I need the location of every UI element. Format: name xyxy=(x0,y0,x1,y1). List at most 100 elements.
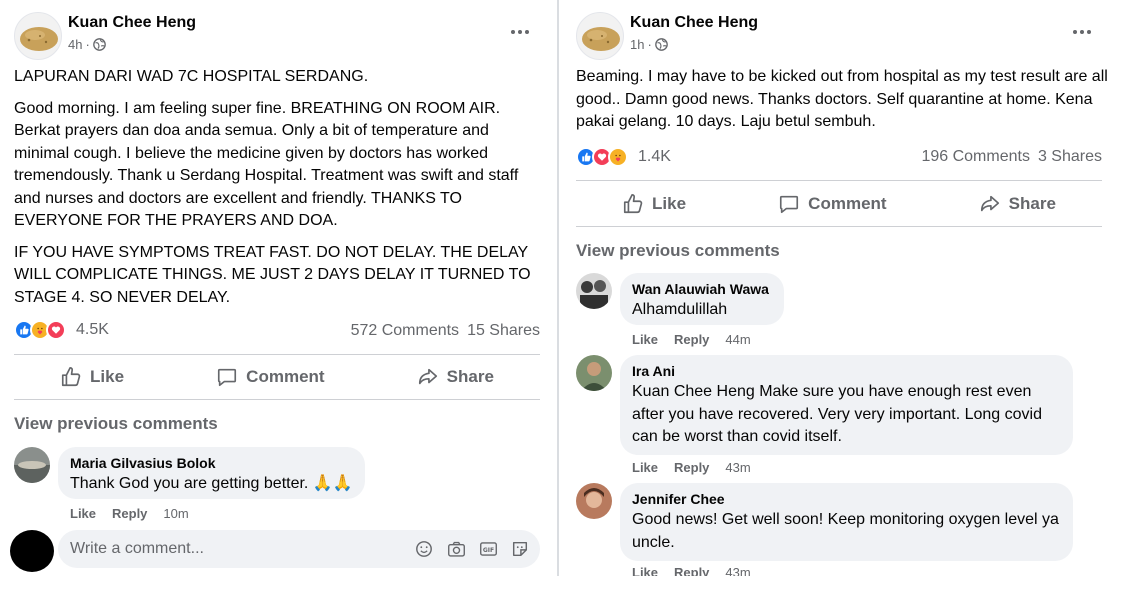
portrait-avatar-icon xyxy=(576,355,612,391)
comment-time[interactable]: 43m xyxy=(725,565,750,576)
post-meta: 4h · xyxy=(68,37,106,52)
comment-like-link[interactable]: Like xyxy=(70,506,96,521)
comment-button[interactable]: Comment xyxy=(766,187,898,221)
commenter-name[interactable]: Ira Ani xyxy=(632,363,1061,379)
author-name[interactable]: Kuan Chee Heng xyxy=(630,14,758,32)
author-avatar[interactable] xyxy=(14,12,62,60)
post-left: Kuan Chee Heng 4h · LAPURAN DARI WAD 7C … xyxy=(0,0,556,590)
commenter-avatar[interactable] xyxy=(576,273,612,309)
comment-bubble-icon xyxy=(780,195,799,214)
comment-bubble: Jennifer Chee Good news! Get well soon! … xyxy=(620,483,1073,561)
care-reaction-icon xyxy=(608,147,628,167)
landscape-avatar-icon xyxy=(14,447,50,483)
reaction-count[interactable]: 4.5K xyxy=(76,321,109,339)
author-name[interactable]: Kuan Chee Heng xyxy=(68,14,196,32)
like-button[interactable]: Like xyxy=(610,187,698,221)
potato-avatar-icon xyxy=(20,27,58,51)
write-comment-area: GIF xyxy=(10,530,540,572)
svg-text:GIF: GIF xyxy=(482,547,493,554)
reaction-count[interactable]: 1.4K xyxy=(638,148,671,166)
reaction-summary[interactable]: 4.5K xyxy=(14,320,109,340)
post-options-button[interactable] xyxy=(502,14,538,50)
author-avatar[interactable] xyxy=(576,12,624,60)
comment-reply-link[interactable]: Reply xyxy=(674,460,709,475)
like-label: Like xyxy=(90,367,125,386)
comment-bubble: Maria Gilvasius Bolok Thank God you are … xyxy=(58,447,365,499)
sticker-icon[interactable] xyxy=(510,539,530,559)
portrait-avatar-icon xyxy=(576,483,612,519)
comment-item: Wan Alauwiah Wawa Alhamdulillah Like Rep… xyxy=(576,273,1096,349)
post-time[interactable]: 1h xyxy=(630,37,644,52)
comments-count[interactable]: 572 Comments xyxy=(351,322,460,340)
commenter-avatar[interactable] xyxy=(14,447,50,483)
engagement-counts: 572 Comments 15 Shares xyxy=(351,322,540,340)
globe-icon xyxy=(654,38,668,51)
reaction-summary[interactable]: 1.4K xyxy=(576,147,671,167)
post-paragraph: Good morning. I am feeling super fine. B… xyxy=(14,99,519,230)
divider xyxy=(14,399,540,400)
commenter-avatar[interactable] xyxy=(576,355,612,391)
comment-item: Maria Gilvasius Bolok Thank God you are … xyxy=(14,447,534,527)
commenter-name[interactable]: Wan Alauwiah Wawa xyxy=(632,281,772,297)
comment-item: Jennifer Chee Good news! Get well soon! … xyxy=(576,483,1096,576)
shares-count[interactable]: 3 Shares xyxy=(1038,148,1102,166)
comment-text: Thank God you are getting better. 🙏🙏 xyxy=(70,475,353,492)
comment-like-link[interactable]: Like xyxy=(632,332,658,347)
write-comment-box[interactable]: GIF xyxy=(58,530,540,568)
comment-actions: Like Reply 10m xyxy=(70,506,189,521)
comment-time[interactable]: 44m xyxy=(725,332,750,347)
emoji-icon[interactable] xyxy=(414,539,434,559)
camera-icon[interactable] xyxy=(446,539,466,559)
like-button[interactable]: Like xyxy=(48,360,136,394)
divider xyxy=(576,226,1102,227)
post-options-button[interactable] xyxy=(1064,14,1100,50)
gif-icon[interactable]: GIF xyxy=(478,539,498,559)
comment-reply-link[interactable]: Reply xyxy=(112,506,147,521)
comment-time[interactable]: 10m xyxy=(163,506,188,521)
view-previous-comments[interactable]: View previous comments xyxy=(14,414,218,434)
post-time[interactable]: 4h xyxy=(68,37,82,52)
comments-count[interactable]: 196 Comments xyxy=(921,148,1030,166)
write-comment-input[interactable] xyxy=(70,530,400,568)
thumbs-up-icon xyxy=(623,194,643,214)
share-label: Share xyxy=(1008,194,1056,213)
action-bar: Like Comment Share xyxy=(576,185,1102,223)
panel-divider xyxy=(557,0,559,576)
like-label: Like xyxy=(652,194,687,213)
meta-separator: · xyxy=(647,37,652,52)
comment-actions: Like Reply 43m xyxy=(632,565,751,576)
view-previous-comments[interactable]: View previous comments xyxy=(576,241,780,261)
divider xyxy=(576,180,1102,181)
shares-count[interactable]: 15 Shares xyxy=(467,322,540,340)
composer-icons: GIF xyxy=(414,539,530,559)
divider xyxy=(14,354,540,355)
share-arrow-icon xyxy=(418,368,437,385)
post-body: Beaming. I may have to be kicked out fro… xyxy=(576,68,1108,130)
comment-time[interactable]: 43m xyxy=(725,460,750,475)
comment-text: Good news! Get well soon! Keep monitorin… xyxy=(632,511,1059,551)
post-right: Kuan Chee Heng 1h · Beaming. I may have … xyxy=(560,0,1126,576)
comment-like-link[interactable]: Like xyxy=(632,460,658,475)
engagement-counts: 196 Comments 3 Shares xyxy=(921,148,1102,166)
post-paragraph: LAPURAN DARI WAD 7C HOSPITAL SERDANG. xyxy=(14,68,369,85)
comment-reply-link[interactable]: Reply xyxy=(674,332,709,347)
commenter-avatar[interactable] xyxy=(576,483,612,519)
comment-text: Alhamdulillah xyxy=(632,301,728,318)
comment-like-link[interactable]: Like xyxy=(632,565,658,576)
comment-label: Comment xyxy=(808,194,887,213)
share-button[interactable]: Share xyxy=(405,360,506,394)
thumbs-up-icon xyxy=(61,367,81,387)
self-avatar[interactable] xyxy=(10,530,54,572)
commenter-name[interactable]: Maria Gilvasius Bolok xyxy=(70,455,353,471)
action-bar: Like Comment Share xyxy=(14,358,540,396)
post-body: LAPURAN DARI WAD 7C HOSPITAL SERDANG. Go… xyxy=(14,66,544,318)
share-button[interactable]: Share xyxy=(967,187,1068,221)
love-reaction-icon xyxy=(46,320,66,340)
comment-button[interactable]: Comment xyxy=(204,360,336,394)
potato-avatar-icon xyxy=(582,27,620,51)
share-arrow-icon xyxy=(980,195,999,212)
share-label: Share xyxy=(446,367,494,386)
comment-reply-link[interactable]: Reply xyxy=(674,565,709,576)
globe-icon xyxy=(92,38,106,51)
commenter-name[interactable]: Jennifer Chee xyxy=(632,491,1061,507)
